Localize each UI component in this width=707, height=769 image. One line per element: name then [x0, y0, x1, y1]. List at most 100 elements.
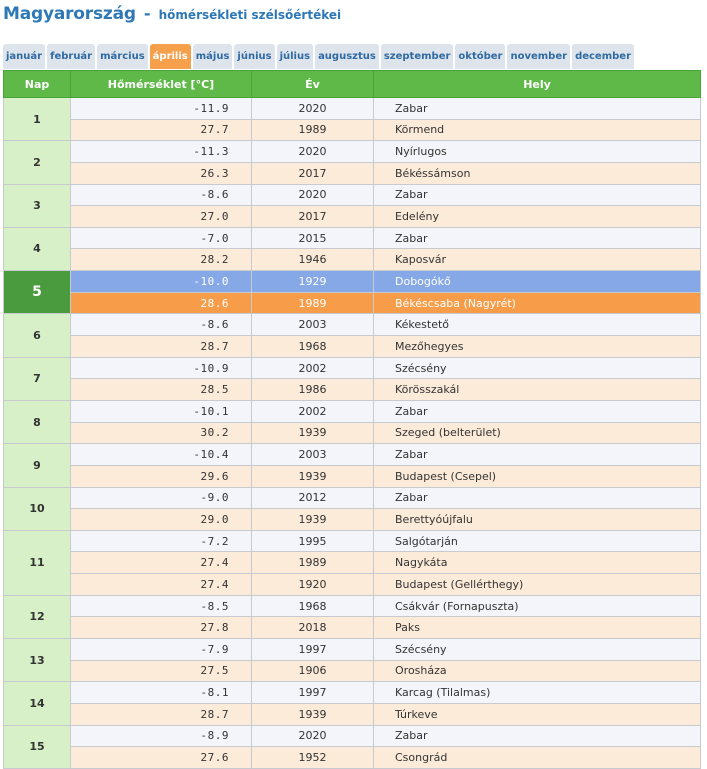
- year-cell: 1929: [251, 270, 374, 293]
- place-cell: Zabar: [373, 399, 701, 423]
- tab-július[interactable]: július: [276, 44, 314, 69]
- tab-október[interactable]: október: [455, 44, 506, 69]
- year-cell: 2002: [251, 356, 374, 380]
- year-cell: 1997: [251, 638, 374, 661]
- place-cell: Körmend: [373, 118, 701, 142]
- temperature-cell: -8.6: [70, 183, 252, 207]
- table-row: 6 -8.6 2003 Kékestető: [3, 313, 701, 358]
- table-row: 27.0 2017 Edelény: [4, 205, 701, 228]
- temperature-cell: -7.9: [70, 638, 252, 661]
- table-row: 3 -8.6 2020 Zabar: [3, 183, 701, 228]
- temperature-cell: -10.4: [70, 443, 252, 466]
- column-header-place: Hely: [373, 70, 701, 98]
- day-cell: 11: [3, 529, 71, 596]
- place-cell: Zabar: [373, 226, 701, 250]
- year-cell: 2012: [251, 486, 374, 510]
- year-cell: 1939: [251, 464, 374, 488]
- temperature-cell: 27.7: [70, 118, 252, 142]
- table-row: 12 -8.5 1968 Csákvár (Fornapuszta): [3, 594, 701, 640]
- year-cell: 1995: [251, 529, 374, 553]
- day-cell: 9: [3, 443, 71, 488]
- day-cell: 8: [3, 399, 71, 445]
- day-cell: 5: [3, 270, 71, 315]
- place-cell: Dobogókő: [373, 270, 701, 293]
- table-row: 8 -10.1 2002 Zabar: [3, 399, 701, 445]
- temperature-cell: 27.5: [70, 659, 252, 683]
- table-row: 5 -10.0 1929 Dobogókő: [3, 270, 701, 315]
- table-row: 7 -10.9 2002 Szécsény: [3, 356, 701, 401]
- tab-június[interactable]: június: [234, 44, 275, 69]
- tab-december[interactable]: december: [572, 44, 635, 69]
- year-cell: 2015: [251, 226, 374, 250]
- tab-január[interactable]: január: [3, 44, 46, 69]
- table-row: 27.4 1920 Budapest (Gellérthegy): [4, 573, 701, 596]
- table-row: 27.6 1952 Csongrád: [4, 746, 701, 769]
- year-cell: 1968: [251, 335, 374, 358]
- tab-március[interactable]: március: [97, 44, 148, 69]
- temperature-cell: 28.6: [70, 291, 252, 315]
- table-row: 1 -11.9 2020 Zabar: [3, 96, 701, 142]
- temperature-cell: -11.9: [70, 97, 252, 120]
- place-cell: Túrkeve: [373, 702, 701, 726]
- temperature-cell: -8.5: [70, 594, 252, 618]
- table-row: 10 -9.0 2012 Zabar: [3, 486, 701, 531]
- page-subtitle: hőmérsékleti szélsőértékei: [158, 8, 342, 22]
- table-row: 27.7 1989 Körmend: [4, 118, 701, 142]
- place-cell: Zabar: [373, 97, 701, 120]
- table-row: 28.7 1968 Mezőhegyes: [4, 335, 701, 358]
- temperature-cell: 28.2: [70, 248, 252, 272]
- place-cell: Edelény: [373, 205, 701, 228]
- temperature-cell: -10.0: [70, 270, 252, 293]
- table-row: 29.0 1939 Berettyóújfalu: [4, 508, 701, 531]
- year-cell: 1986: [251, 378, 374, 401]
- year-cell: 1946: [251, 248, 374, 272]
- table-row: 27.5 1906 Orosháza: [4, 659, 701, 683]
- column-header-day: Nap: [3, 70, 71, 98]
- tab-november[interactable]: november: [507, 44, 571, 69]
- table-row: 2 -11.3 2020 Nyírlugos: [3, 140, 701, 185]
- page-header: Magyarország - hőmérsékleti szélsőértéke…: [3, 4, 341, 30]
- year-cell: 1906: [251, 659, 374, 683]
- temperature-cell: 30.2: [70, 421, 252, 445]
- place-cell: Szécsény: [373, 638, 701, 661]
- place-cell: Békéscsaba (Nagyrét): [373, 291, 701, 315]
- place-cell: Berettyóújfalu: [373, 508, 701, 531]
- tab-augusztus[interactable]: augusztus: [315, 44, 379, 69]
- temperature-cell: -10.9: [70, 356, 252, 380]
- year-cell: 1989: [251, 118, 374, 142]
- tab-április[interactable]: április: [149, 44, 191, 69]
- temperature-cell: 27.4: [70, 551, 252, 575]
- table-row: 28.7 1939 Túrkeve: [4, 702, 701, 726]
- place-cell: Nyírlugos: [373, 140, 701, 163]
- tab-február[interactable]: február: [47, 44, 96, 69]
- year-cell: 2017: [251, 205, 374, 228]
- place-cell: Zabar: [373, 183, 701, 207]
- year-cell: 1989: [251, 551, 374, 575]
- year-cell: 1968: [251, 594, 374, 618]
- place-cell: Budapest (Gellérthegy): [373, 573, 701, 596]
- year-cell: 1997: [251, 681, 374, 704]
- tab-szeptember[interactable]: szeptember: [380, 44, 454, 69]
- table-header-row: Nap Hőmérséklet [°C] Év Hely: [3, 70, 701, 98]
- year-cell: 2020: [251, 724, 374, 748]
- place-cell: Kaposvár: [373, 248, 701, 272]
- table-row: 27.4 1989 Nagykáta: [4, 551, 701, 575]
- year-cell: 2020: [251, 183, 374, 207]
- table-row: 28.2 1946 Kaposvár: [4, 248, 701, 272]
- table-row: 4 -7.0 2015 Zabar: [3, 226, 701, 272]
- table-row: 28.6 1989 Békéscsaba (Nagyrét): [4, 291, 701, 315]
- tab-május[interactable]: május: [192, 44, 233, 69]
- day-cell: 6: [3, 313, 71, 358]
- temperature-cell: -8.6: [70, 313, 252, 337]
- place-cell: Szeged (belterület): [373, 421, 701, 445]
- day-cell: 12: [3, 594, 71, 640]
- place-cell: Körösszakál: [373, 378, 701, 401]
- table-row: 27.8 2018 Paks: [4, 616, 701, 640]
- day-cell: 13: [3, 638, 71, 683]
- year-cell: 1920: [251, 573, 374, 596]
- temperature-cell: -8.1: [70, 681, 252, 704]
- place-cell: Csákvár (Fornapuszta): [373, 594, 701, 618]
- place-cell: Nagykáta: [373, 551, 701, 575]
- day-cell: 14: [3, 681, 71, 726]
- day-cell: 3: [3, 183, 71, 228]
